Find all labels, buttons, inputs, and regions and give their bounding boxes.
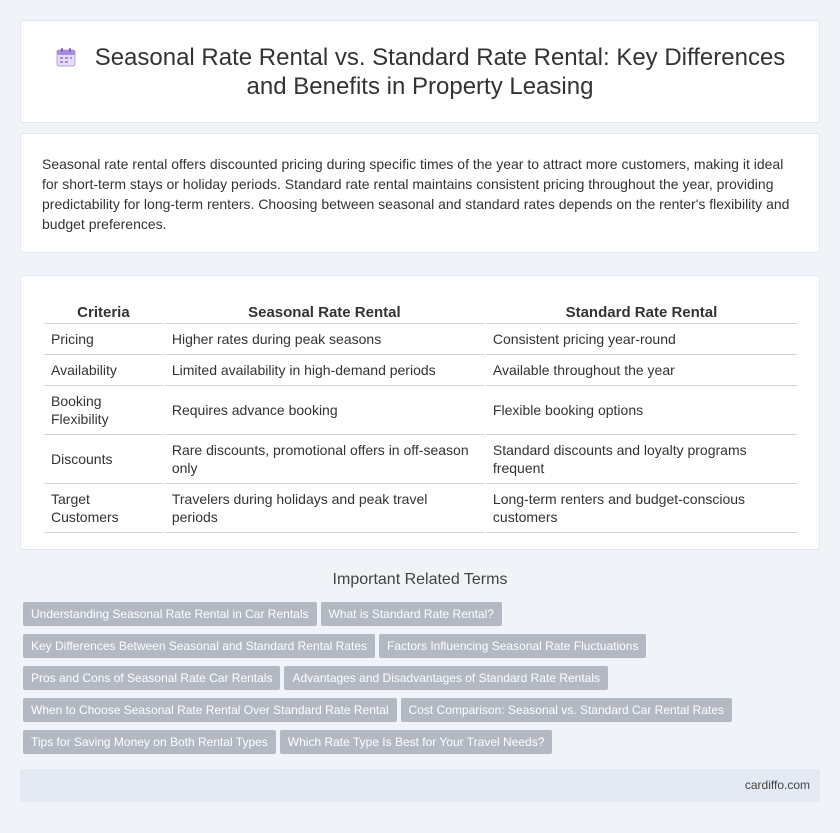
footer: cardiffo.com bbox=[20, 769, 820, 802]
cell-criteria: Target Customers bbox=[44, 484, 163, 533]
related-term-link[interactable]: Which Rate Type Is Best for Your Travel … bbox=[279, 730, 553, 754]
related-term-link[interactable]: Advantages and Disadvantages of Standard… bbox=[284, 666, 609, 690]
related-term-link[interactable]: Cost Comparison: Seasonal vs. Standard C… bbox=[400, 698, 733, 722]
table-row: Pricing Higher rates during peak seasons… bbox=[44, 324, 797, 355]
related-term-link[interactable]: Understanding Seasonal Rate Rental in Ca… bbox=[23, 602, 317, 626]
calendar-icon bbox=[56, 48, 76, 67]
tag-row: Tips for Saving Money on Both Rental Typ… bbox=[23, 730, 823, 762]
tag-row: Key Differences Between Seasonal and Sta… bbox=[23, 634, 823, 666]
cell-seasonal: Higher rates during peak seasons bbox=[164, 324, 484, 355]
intro-text: Seasonal rate rental offers discounted p… bbox=[42, 156, 790, 232]
related-term-link[interactable]: When to Choose Seasonal Rate Rental Over… bbox=[23, 698, 397, 722]
footer-site[interactable]: cardiffo.com bbox=[745, 778, 810, 792]
page-title: Seasonal Rate Rental vs. Standard Rate R… bbox=[21, 43, 819, 101]
related-terms-list: Understanding Seasonal Rate Rental in Ca… bbox=[23, 602, 823, 762]
title-wrap: Seasonal Rate Rental vs. Standard Rate R… bbox=[21, 43, 819, 101]
cell-seasonal: Rare discounts, promotional offers in of… bbox=[164, 435, 484, 484]
header-seasonal: Seasonal Rate Rental bbox=[164, 296, 484, 324]
header-standard: Standard Rate Rental bbox=[485, 296, 797, 324]
cell-standard: Flexible booking options bbox=[485, 386, 797, 435]
comparison-card: Criteria Seasonal Rate Rental Standard R… bbox=[20, 275, 820, 550]
table-row: Availability Limited availability in hig… bbox=[44, 355, 797, 386]
cell-standard: Consistent pricing year-round bbox=[485, 324, 797, 355]
title-line-1: Seasonal Rate Rental vs. Standard Rate R… bbox=[94, 44, 786, 71]
cell-standard: Long-term renters and budget-conscious c… bbox=[485, 484, 797, 533]
intro-card: Seasonal rate rental offers discounted p… bbox=[20, 133, 820, 253]
related-terms-title: Important Related Terms bbox=[332, 571, 508, 588]
cell-criteria: Availability bbox=[44, 355, 163, 386]
tag-row: Pros and Cons of Seasonal Rate Car Renta… bbox=[23, 666, 823, 698]
cell-standard: Standard discounts and loyalty programs … bbox=[485, 435, 797, 484]
title-line-2: and Benefits in Property Leasing bbox=[246, 73, 594, 100]
cell-seasonal: Requires advance booking bbox=[164, 386, 484, 435]
related-term-link[interactable]: Key Differences Between Seasonal and Sta… bbox=[23, 634, 375, 658]
related-term-link[interactable]: Factors Influencing Seasonal Rate Fluctu… bbox=[379, 634, 647, 658]
header-card: Seasonal Rate Rental vs. Standard Rate R… bbox=[20, 20, 820, 123]
header-criteria: Criteria bbox=[44, 296, 163, 324]
tag-row: When to Choose Seasonal Rate Rental Over… bbox=[23, 698, 823, 730]
table-row: Target Customers Travelers during holida… bbox=[44, 484, 797, 533]
cell-criteria: Discounts bbox=[44, 435, 163, 484]
cell-seasonal: Travelers during holidays and peak trave… bbox=[164, 484, 484, 533]
cell-standard: Available throughout the year bbox=[485, 355, 797, 386]
tag-row: Understanding Seasonal Rate Rental in Ca… bbox=[23, 602, 823, 634]
cell-seasonal: Limited availability in high-demand peri… bbox=[164, 355, 484, 386]
related-term-link[interactable]: Pros and Cons of Seasonal Rate Car Renta… bbox=[23, 666, 281, 690]
cell-criteria: Pricing bbox=[44, 324, 163, 355]
related-term-link[interactable]: What is Standard Rate Rental? bbox=[320, 602, 502, 626]
cell-criteria: Booking Flexibility bbox=[44, 386, 163, 435]
comparison-table: Criteria Seasonal Rate Rental Standard R… bbox=[42, 296, 799, 533]
table-row: Booking Flexibility Requires advance boo… bbox=[44, 386, 797, 435]
table-row: Discounts Rare discounts, promotional of… bbox=[44, 435, 797, 484]
related-term-link[interactable]: Tips for Saving Money on Both Rental Typ… bbox=[23, 730, 276, 754]
